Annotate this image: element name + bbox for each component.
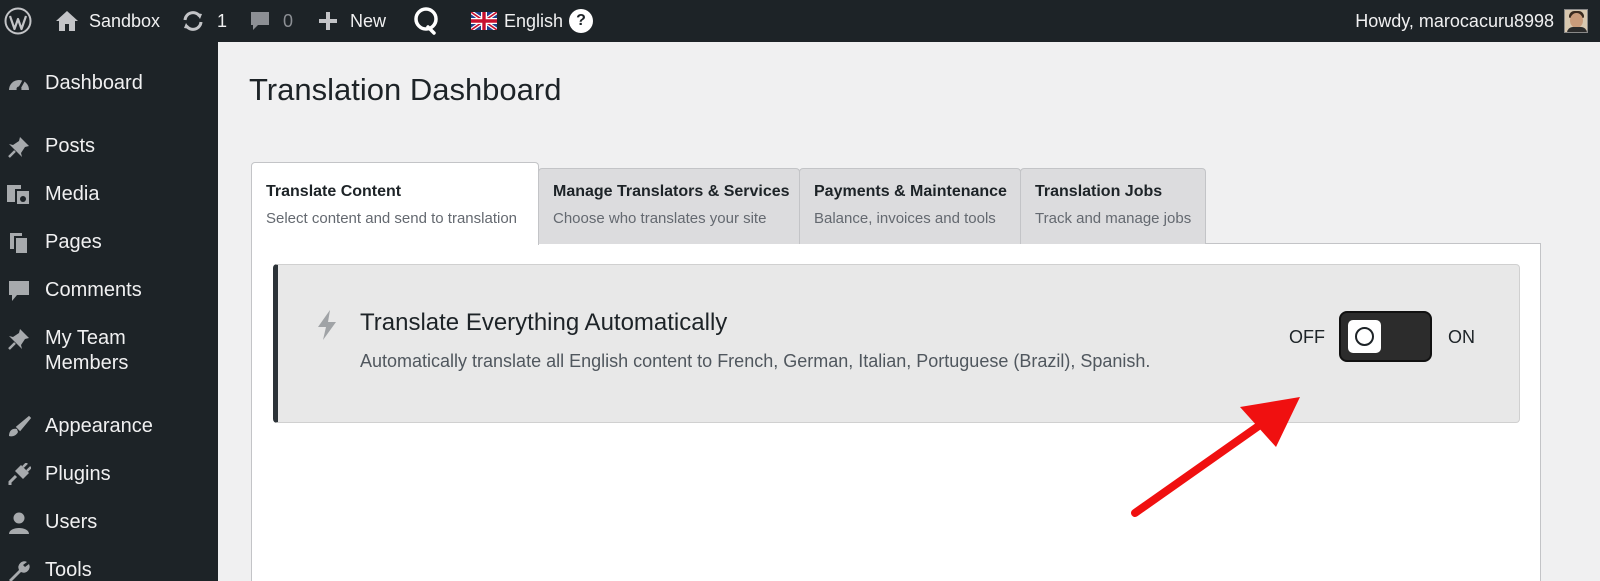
sidebar-item-label: Media	[45, 183, 100, 205]
home-icon	[56, 11, 78, 31]
tab-translate-content[interactable]: Translate Content Select content and sen…	[251, 162, 539, 245]
howdy-text: Howdy, marocacuru8998	[1355, 10, 1554, 31]
my-account-item[interactable]: Howdy, marocacuru8998	[1355, 0, 1588, 42]
wpml-logo-icon	[414, 7, 438, 35]
help-icon[interactable]: ?	[569, 9, 594, 33]
card-description: Automatically translate all English cont…	[360, 351, 1151, 371]
updates-count: 1	[217, 10, 228, 31]
sidebar-item-label: Posts	[45, 135, 96, 157]
plugin-icon	[6, 462, 32, 488]
sidebar-item-label: My Team Members	[45, 327, 129, 374]
comment-icon	[6, 278, 32, 304]
translate-automatically-card: Translate Everything Automatically Autom…	[273, 264, 1520, 423]
wordpress-logo-item[interactable]	[4, 0, 32, 42]
sidebar-item-label: Tools	[45, 559, 92, 581]
admin-sidebar: Dashboard Posts Media Pages Comments My …	[0, 42, 218, 581]
toggle-knob	[1348, 320, 1381, 353]
sidebar-item-label: Comments	[45, 279, 142, 301]
new-content-item[interactable]: New	[318, 0, 386, 42]
tab-title: Payments & Maintenance	[814, 183, 1007, 200]
sidebar-item-label: Dashboard	[45, 72, 143, 94]
lightning-icon	[318, 310, 336, 340]
site-name-item[interactable]: Sandbox	[55, 0, 160, 42]
comments-item[interactable]: 0	[249, 0, 293, 42]
plus-icon	[319, 12, 337, 30]
tab-title: Translation Jobs	[1035, 183, 1163, 200]
tab-subtitle: Choose who translates your site	[553, 210, 767, 227]
page-title: Translation Dashboard	[249, 72, 562, 107]
comment-bubble-icon	[251, 12, 269, 30]
new-label: New	[350, 10, 387, 31]
media-icon	[6, 182, 32, 208]
wpml-item[interactable]	[412, 0, 440, 42]
sidebar-item-label: Pages	[45, 231, 102, 253]
uk-flag-icon	[471, 12, 497, 30]
language-label: English	[504, 10, 564, 31]
site-name-label: Sandbox	[89, 10, 161, 31]
toggle-on-label: ON	[1448, 327, 1475, 347]
tab-subtitle: Select content and send to translation	[266, 210, 518, 227]
tab-subtitle: Track and manage jobs	[1035, 210, 1192, 227]
translate-everything-toggle[interactable]	[1339, 311, 1432, 362]
avatar	[1564, 9, 1588, 33]
admin-bar: Sandbox 1 0 New English ? Howdy, marocac…	[0, 0, 1600, 42]
pin-icon	[6, 326, 32, 352]
user-icon	[6, 510, 32, 536]
sidebar-item-label: Plugins	[45, 463, 111, 485]
tab-title: Translate Content	[266, 183, 402, 200]
tab-title: Manage Translators & Services	[553, 183, 790, 200]
card-title: Translate Everything Automatically	[360, 309, 728, 336]
sidebar-item-label: Users	[45, 511, 98, 533]
dashboard-icon	[6, 71, 32, 97]
refresh-icon	[183, 11, 203, 31]
tab-manage-translators[interactable]: Manage Translators & Services Choose who…	[538, 168, 800, 244]
language-switcher[interactable]: English ?	[471, 0, 594, 42]
sidebar-item-label: Appearance	[45, 415, 153, 437]
tab-translation-jobs[interactable]: Translation Jobs Track and manage jobs	[1020, 168, 1206, 244]
comments-count: 0	[283, 10, 294, 31]
annotation-arrow	[1131, 397, 1300, 517]
wordpress-logo-icon	[4, 7, 32, 35]
pin-icon	[6, 134, 32, 160]
wrench-icon	[6, 558, 32, 581]
brush-icon	[6, 414, 32, 440]
tab-payments-maintenance[interactable]: Payments & Maintenance Balance, invoices…	[799, 168, 1021, 244]
toggle-off-label: OFF	[1289, 327, 1325, 347]
updates-item[interactable]: 1	[181, 0, 227, 42]
tab-subtitle: Balance, invoices and tools	[814, 210, 996, 227]
pages-icon	[6, 230, 32, 256]
